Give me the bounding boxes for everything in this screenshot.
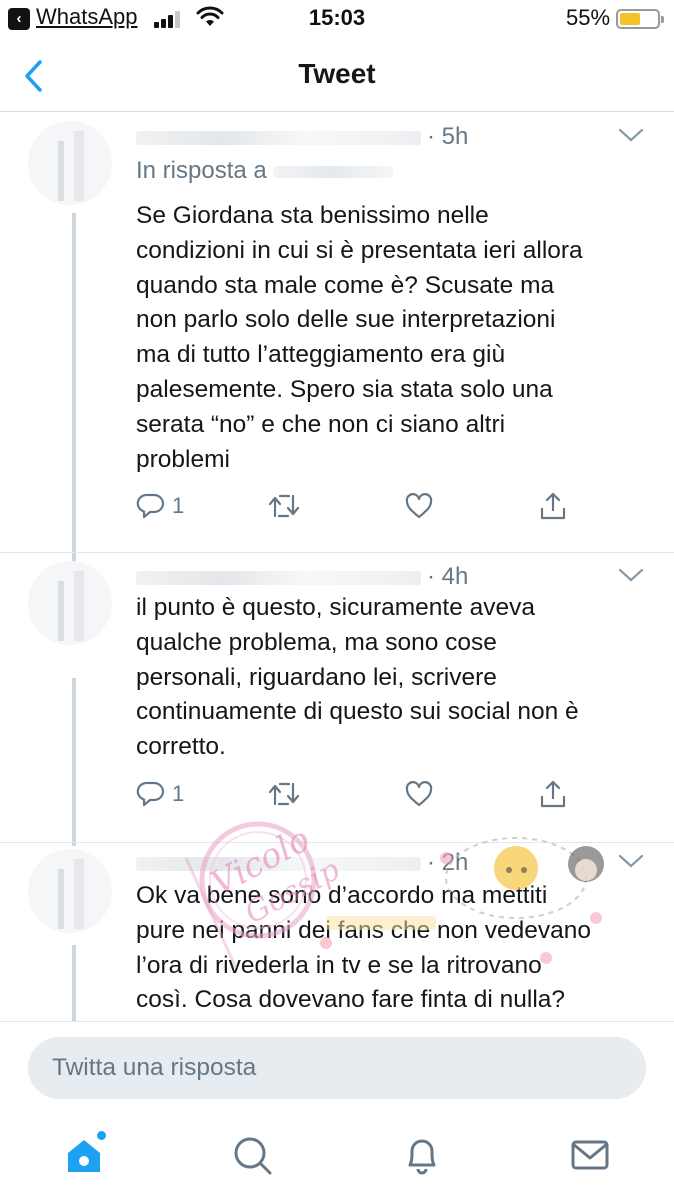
reply-input[interactable] bbox=[28, 1037, 646, 1099]
like-button[interactable] bbox=[404, 489, 434, 523]
reply-icon bbox=[136, 781, 165, 807]
tab-home[interactable] bbox=[62, 1131, 106, 1177]
tweet-header: · 2h bbox=[136, 849, 606, 879]
notifications-icon bbox=[408, 1139, 436, 1175]
tweet-time: 2h bbox=[441, 849, 469, 876]
notification-dot bbox=[97, 1131, 106, 1140]
tweet[interactable]: · 4h il punto è questo, sicuramente avev… bbox=[0, 553, 674, 843]
retweet-icon bbox=[268, 494, 300, 518]
tweet[interactable]: · 5h In risposta a Se Giordana sta benis… bbox=[0, 113, 674, 553]
reply-context: In risposta a bbox=[136, 157, 393, 185]
retweet-button[interactable] bbox=[268, 777, 300, 811]
tweet-text: il punto è questo, sicuramente aveva qua… bbox=[136, 594, 579, 761]
page-title: Tweet bbox=[298, 58, 376, 89]
search-icon bbox=[234, 1137, 272, 1175]
avatar[interactable] bbox=[28, 121, 112, 205]
tweet-time: 5h bbox=[441, 123, 469, 150]
reply-icon bbox=[136, 493, 165, 519]
tab-notifications[interactable] bbox=[400, 1133, 444, 1177]
author-name[interactable] bbox=[136, 570, 421, 585]
retweet-icon bbox=[268, 782, 300, 806]
tweet-text: Se Giordana sta benissimo nelle condizio… bbox=[136, 202, 583, 473]
author-name[interactable] bbox=[136, 130, 421, 145]
tweet-text: Ok va bene sono d’accordo ma mettiti pur… bbox=[136, 882, 591, 1014]
tweet[interactable]: · 2h Ok va bene sono d’accordo ma mettit… bbox=[0, 843, 674, 1021]
messages-icon bbox=[571, 1140, 609, 1170]
avatar[interactable] bbox=[28, 561, 112, 645]
nav-bar: Tweet bbox=[0, 40, 674, 112]
tweet-time: 4h bbox=[441, 563, 469, 590]
reply-count: 1 bbox=[172, 493, 185, 518]
like-button[interactable] bbox=[404, 777, 434, 811]
heart-icon bbox=[405, 781, 433, 807]
author-name[interactable] bbox=[136, 856, 421, 871]
tab-search[interactable] bbox=[230, 1133, 274, 1177]
avatar[interactable] bbox=[28, 849, 112, 933]
chevron-down-icon[interactable] bbox=[618, 567, 644, 583]
tweet-header: · 4h bbox=[136, 563, 606, 593]
tweet-header: · 5h bbox=[136, 123, 606, 153]
tab-messages[interactable] bbox=[568, 1133, 612, 1177]
reply-composer bbox=[0, 1021, 674, 1117]
battery-icon bbox=[616, 9, 664, 29]
share-button[interactable] bbox=[538, 489, 568, 523]
share-icon bbox=[540, 492, 566, 520]
reply-button[interactable]: 1 bbox=[136, 777, 184, 811]
status-bar: ‹ WhatsApp 15:03 55% bbox=[0, 0, 674, 40]
chevron-down-icon[interactable] bbox=[618, 853, 644, 869]
retweet-button[interactable] bbox=[268, 489, 300, 523]
reply-count: 1 bbox=[172, 781, 185, 806]
share-icon bbox=[540, 780, 566, 808]
tab-bar bbox=[0, 1117, 674, 1200]
reply-thread[interactable]: · 5h In risposta a Se Giordana sta benis… bbox=[0, 113, 674, 1021]
tweet-actions: 1 bbox=[136, 777, 596, 811]
chevron-down-icon[interactable] bbox=[618, 127, 644, 143]
battery-percent: 55% bbox=[566, 5, 611, 30]
heart-icon bbox=[405, 493, 433, 519]
tweet-actions: 1 bbox=[136, 489, 596, 523]
replied-user[interactable] bbox=[272, 165, 393, 178]
reply-button[interactable]: 1 bbox=[136, 489, 184, 523]
share-button[interactable] bbox=[538, 777, 568, 811]
